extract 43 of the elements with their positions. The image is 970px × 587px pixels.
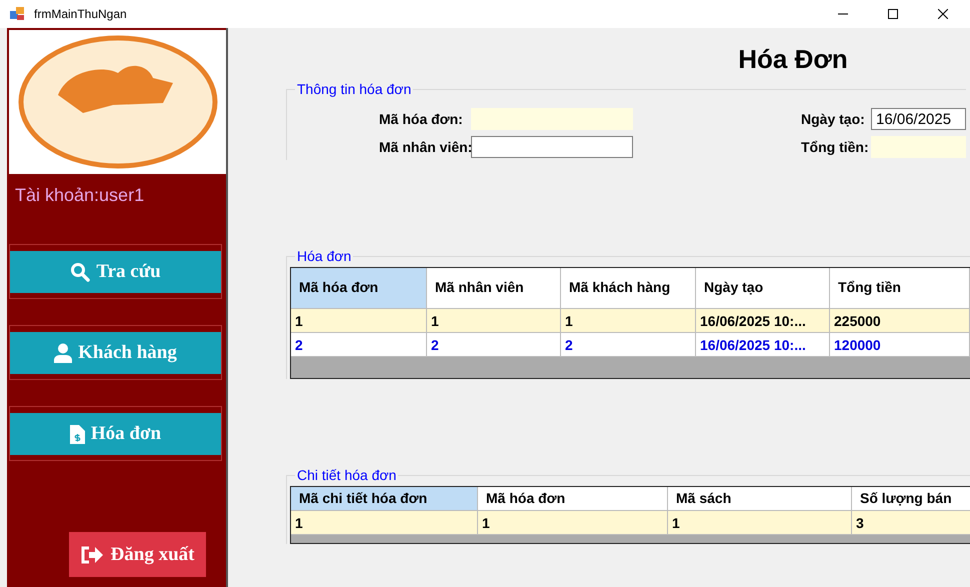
table-cell: 1 xyxy=(668,511,852,535)
column-header[interactable]: Mã khách hàng xyxy=(561,268,696,309)
group-title: Thông tin hóa đơn xyxy=(295,81,414,97)
logout-button[interactable]: Đăng xuất xyxy=(69,532,206,577)
column-header[interactable]: Mã hóa đơn xyxy=(291,268,427,309)
table-cell: 1 xyxy=(427,309,561,333)
column-header[interactable]: Mã nhân viên xyxy=(427,268,561,309)
table-cell: 1 xyxy=(291,309,427,333)
page-title: Hóa Đơn xyxy=(738,44,848,75)
table-cell: 2 xyxy=(291,333,427,357)
invoice-icon xyxy=(70,424,85,444)
group-title: Chi tiết hóa đơn xyxy=(295,467,398,483)
field-label: Mã nhân viên: xyxy=(379,139,471,155)
table-cell: 1 xyxy=(478,511,668,535)
field-label: Tổng tiền: xyxy=(801,139,870,155)
window-title: frmMainThuNgan xyxy=(34,7,128,21)
table-cell: 2 xyxy=(561,333,696,357)
maximize-icon[interactable] xyxy=(888,9,898,19)
table-cell: 1 xyxy=(561,309,696,333)
input-field[interactable] xyxy=(471,136,633,158)
date-picker[interactable]: 16/06/2025 xyxy=(871,108,966,130)
table-cell: 2 xyxy=(427,333,561,357)
close-icon[interactable] xyxy=(938,9,948,19)
app-icon xyxy=(10,7,26,21)
column-header[interactable]: Tổng tiền xyxy=(830,268,970,309)
table-cell: 1 xyxy=(291,511,478,535)
column-header[interactable]: Mã hóa đơn xyxy=(478,487,668,511)
group-title: Hóa đơn xyxy=(295,248,354,264)
account-label: Tài khoản:user1 xyxy=(15,185,146,206)
table-cell: 225000 xyxy=(830,309,970,333)
person-icon xyxy=(54,343,72,363)
table-cell: 16/06/2025 10:... xyxy=(696,333,830,357)
column-header[interactable]: Ngày tạo xyxy=(696,268,830,309)
field-label: Mã hóa đơn: xyxy=(379,111,464,127)
logout-icon xyxy=(80,546,103,564)
table-cell: 16/06/2025 10:... xyxy=(696,309,830,333)
column-header[interactable]: Số lượng bán xyxy=(852,487,970,511)
table-cell: 3 xyxy=(852,511,970,535)
column-header[interactable]: Mã sách xyxy=(668,487,852,511)
column-header[interactable]: Mã chi tiết hóa đơn xyxy=(291,487,478,511)
field-label: Ngày tạo: xyxy=(801,111,866,127)
search-icon xyxy=(70,262,90,282)
table-cell: 120000 xyxy=(830,333,970,357)
